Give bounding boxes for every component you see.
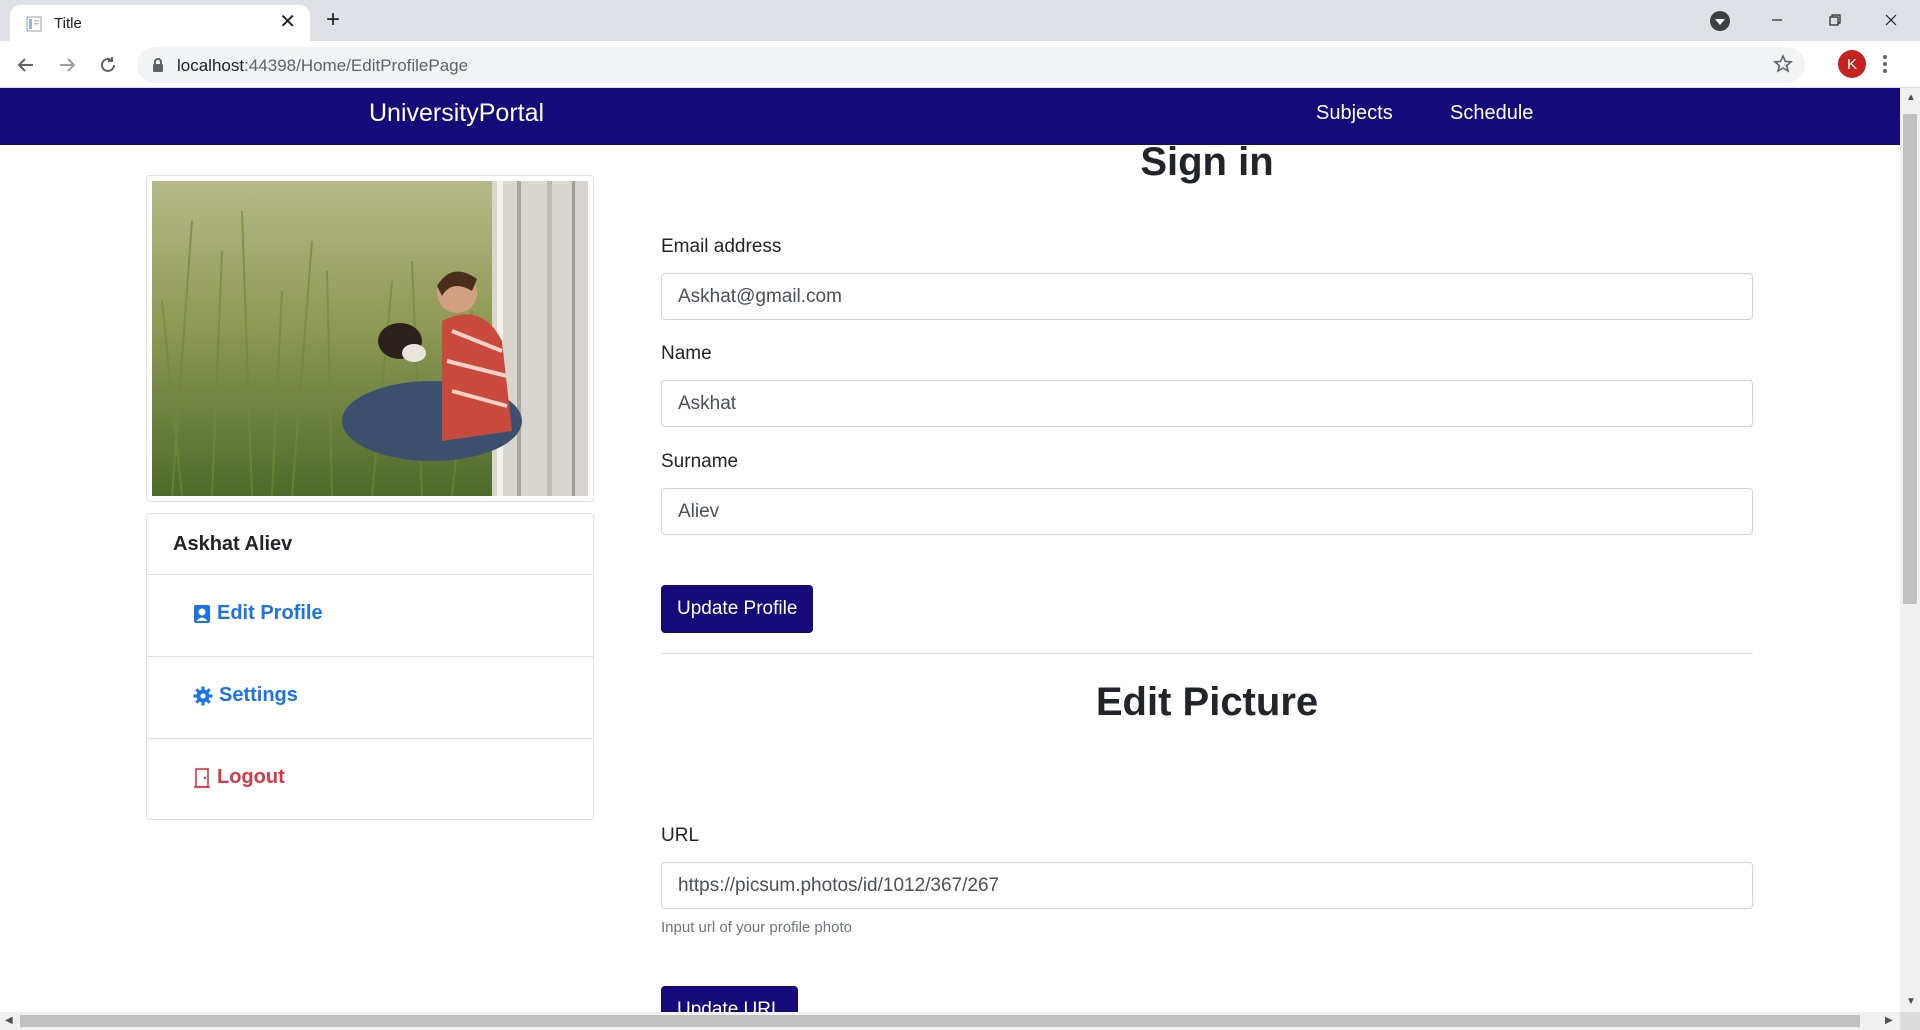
address-bar[interactable]: localhost:44398/Home/EditProfilePage: [137, 47, 1805, 83]
person-badge-icon: [194, 604, 210, 623]
scroll-down-arrow-icon[interactable]: ▼: [1906, 996, 1916, 1007]
browser-tab-strip: Title ✕ +: [0, 0, 1920, 41]
minimize-icon: [1772, 19, 1782, 21]
back-arrow-icon: [17, 58, 33, 72]
page-favicon-icon: [26, 16, 42, 32]
brand-link[interactable]: UniversityPortal: [369, 99, 544, 128]
forward-arrow-icon: [60, 58, 76, 72]
update-profile-button[interactable]: Update Profile: [661, 585, 814, 633]
menu-item-logout[interactable]: Logout: [147, 739, 593, 819]
profile-menu: Askhat Aliev Edit Profile Settings Logou…: [146, 513, 594, 820]
new-tab-button[interactable]: +: [326, 6, 340, 34]
reload-button[interactable]: [94, 51, 122, 79]
user-full-name: Askhat Aliev: [173, 533, 293, 555]
logout-label: Logout: [217, 766, 285, 788]
horizontal-scrollbar[interactable]: ◀ ▶: [0, 1012, 1900, 1030]
email-field[interactable]: [661, 273, 1753, 320]
photo-url-field[interactable]: [661, 862, 1753, 909]
tab-title: Title: [54, 15, 82, 32]
reload-icon: [101, 57, 115, 72]
door-icon: [194, 767, 210, 788]
url-text: localhost:44398/Home/EditProfilePage: [177, 56, 468, 76]
browser-tab[interactable]: Title ✕: [10, 5, 310, 41]
name-field[interactable]: [661, 380, 1753, 427]
edit-profile-link[interactable]: Edit Profile: [193, 602, 323, 625]
close-icon: [1885, 14, 1897, 26]
gear-icon: [193, 686, 213, 705]
menu-item-edit-profile[interactable]: Edit Profile: [147, 575, 593, 657]
surname-label: Surname: [661, 451, 739, 472]
name-label: Name: [661, 343, 712, 364]
bookmark-star-icon[interactable]: [1773, 54, 1793, 74]
browser-profile-avatar[interactable]: K: [1838, 50, 1866, 78]
surname-field[interactable]: [661, 488, 1753, 535]
menu-item-settings[interactable]: Settings: [147, 657, 593, 739]
url-label: URL: [661, 825, 700, 846]
picture-form-title: Edit Picture: [1095, 680, 1319, 724]
url-host: localhost: [177, 56, 245, 75]
url-help-text: Input url of your profile photo: [661, 919, 852, 936]
browser-menu-icon[interactable]: [1882, 53, 1888, 75]
horizontal-scroll-thumb[interactable]: [20, 1015, 1860, 1027]
scroll-up-arrow-icon[interactable]: ▲: [1906, 92, 1916, 103]
minimize-button[interactable]: [1748, 0, 1806, 40]
forward-button[interactable]: [53, 51, 81, 79]
tab-close-icon[interactable]: ✕: [279, 11, 296, 33]
profile-photo: [152, 181, 588, 496]
back-button[interactable]: [12, 51, 40, 79]
nav-link-subjects[interactable]: Subjects: [1316, 102, 1393, 125]
section-divider: [661, 653, 1753, 654]
vertical-scrollbar[interactable]: ▲ ▼: [1900, 88, 1920, 1012]
close-window-button[interactable]: [1862, 0, 1920, 40]
logout-link[interactable]: Logout: [193, 766, 285, 789]
profile-photo-card: [146, 175, 594, 502]
email-label: Email address: [661, 236, 782, 257]
tab-search-icon[interactable]: [1710, 11, 1730, 31]
update-url-button[interactable]: Update URL: [661, 986, 798, 1012]
url-path: :44398/Home/EditProfilePage: [244, 56, 469, 75]
restore-button[interactable]: [1806, 0, 1864, 40]
edit-profile-label: Edit Profile: [217, 602, 323, 624]
page-viewport: UniversityPortal Subjects Schedule Askha…: [0, 88, 1900, 1012]
browser-toolbar: localhost:44398/Home/EditProfilePage K: [0, 41, 1920, 88]
nav-link-schedule[interactable]: Schedule: [1450, 102, 1533, 125]
settings-link[interactable]: Settings: [193, 684, 298, 707]
scrollbar-corner: [1900, 1012, 1920, 1030]
lock-icon: [153, 58, 163, 72]
settings-label: Settings: [219, 684, 298, 706]
profile-menu-header: Askhat Aliev: [147, 514, 593, 575]
scroll-right-arrow-icon[interactable]: ▶: [1885, 1015, 1893, 1026]
restore-icon: [1829, 14, 1841, 26]
profile-form-title: Sign in: [1140, 140, 1274, 184]
vertical-scroll-thumb[interactable]: [1903, 114, 1917, 604]
scroll-left-arrow-icon[interactable]: ◀: [5, 1015, 13, 1026]
site-navbar: UniversityPortal Subjects Schedule: [0, 88, 1900, 145]
